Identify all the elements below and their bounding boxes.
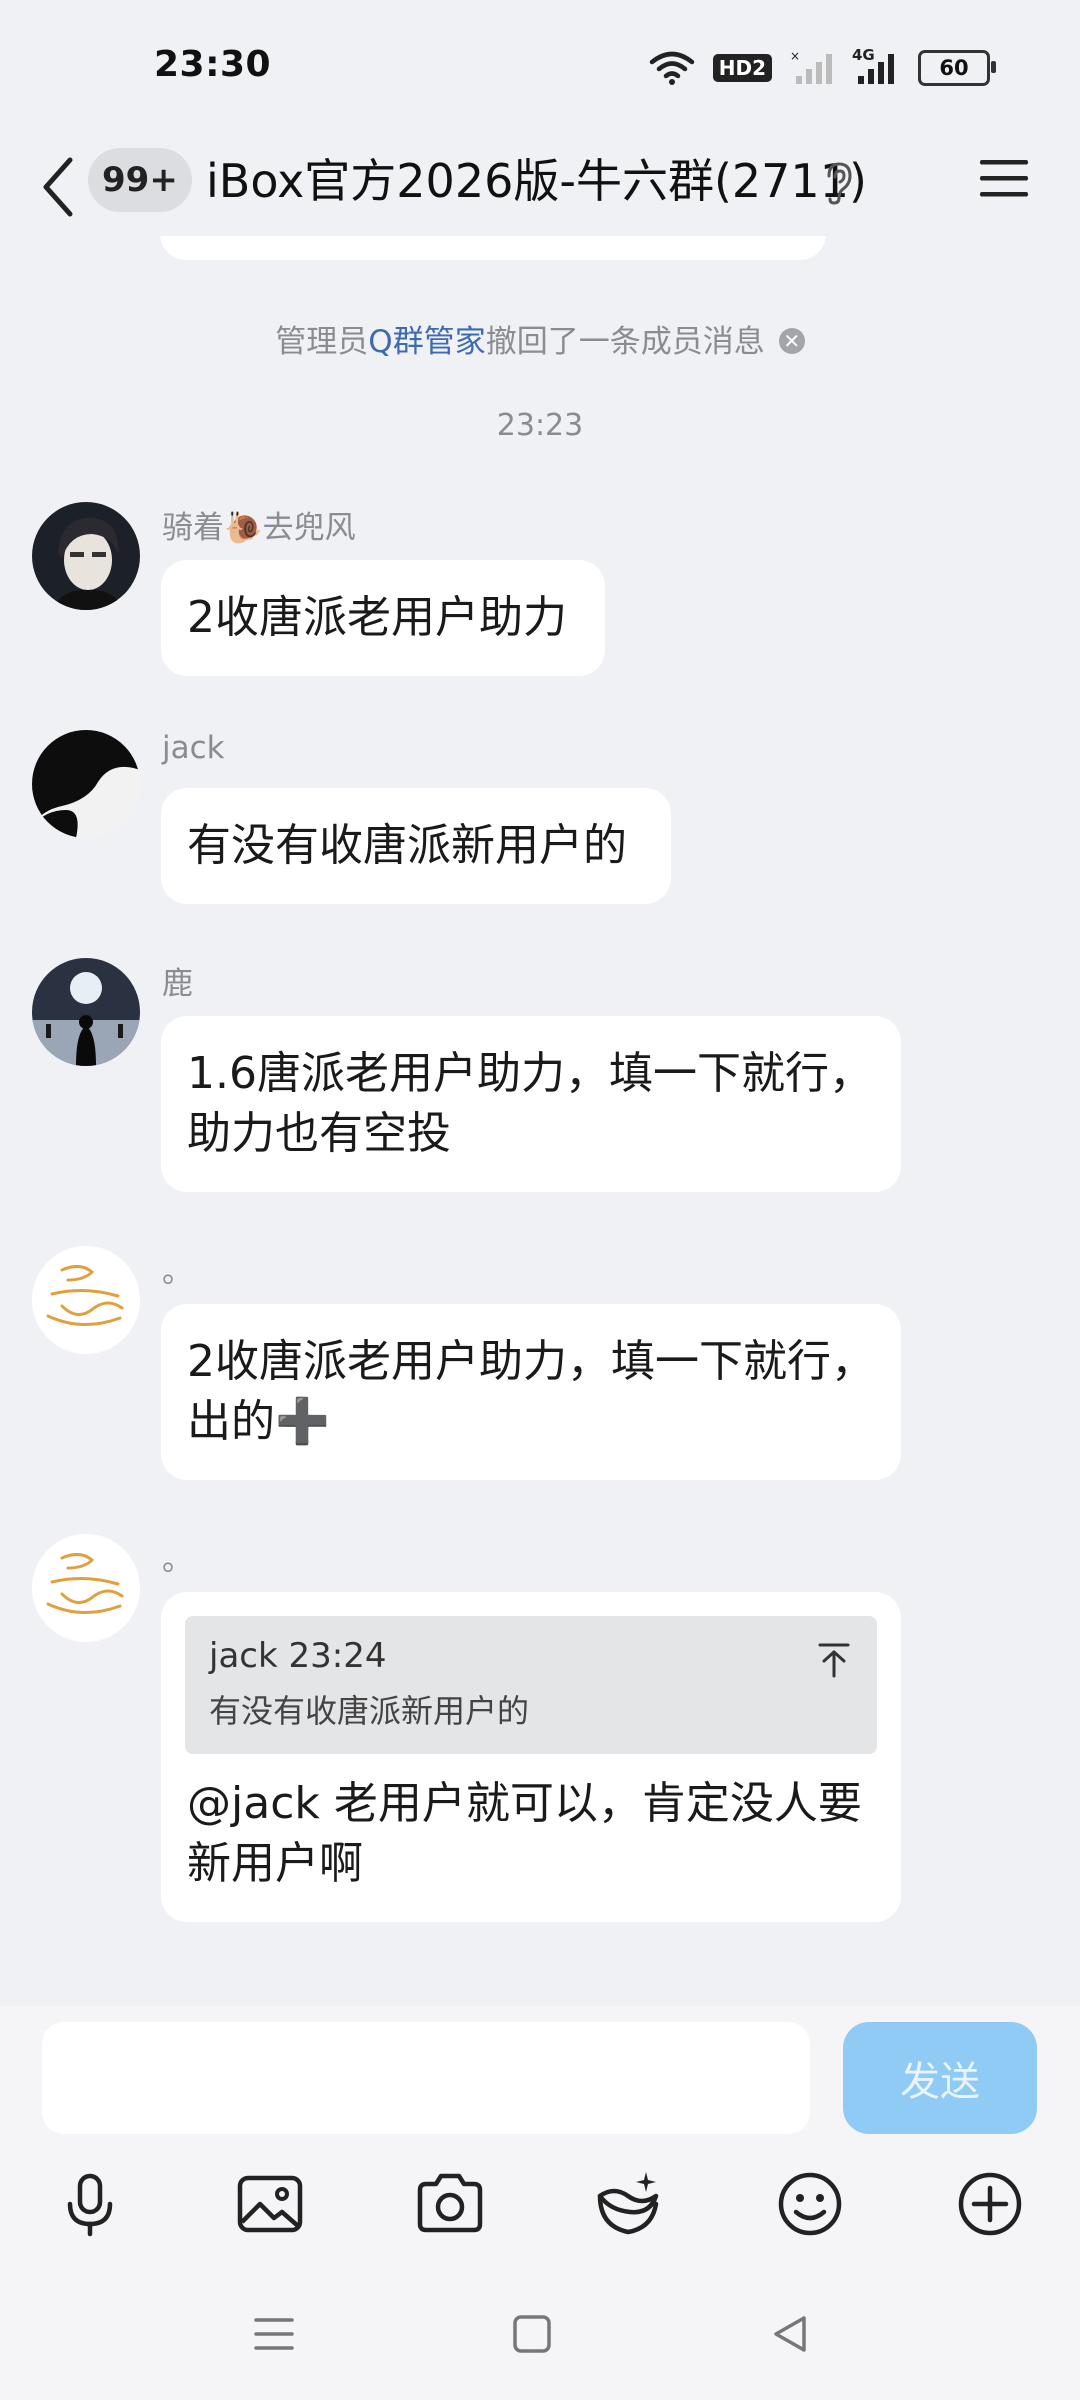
plus-icon[interactable] [952, 2166, 1028, 2242]
quote-text: 有没有收唐派新用户的 [209, 1692, 530, 1730]
avatar[interactable] [32, 958, 140, 1066]
quote-header: jack 23:24 [209, 1636, 387, 1676]
status-icons: HD2 × 4G 60 [649, 46, 996, 90]
previous-message-bubble[interactable] [160, 236, 826, 260]
message-text: 1.6唐派老用户助力，填一下就行，助力也有空投 [187, 1048, 873, 1159]
message-timestamp: 23:23 [496, 408, 584, 443]
avatar[interactable] [32, 502, 140, 610]
admin-link[interactable]: Q群管家 [368, 324, 485, 360]
send-button[interactable]: 发送 [843, 2022, 1037, 2134]
message-text: 2收唐派老用户助力，填一下就行，出的➕ [187, 1336, 875, 1447]
message-list[interactable]: 管理员Q群管家撤回了一条成员消息 ✕ 23:23 骑着🐌去兜风 2收唐派老用户助力 [0, 236, 1080, 2006]
system-navigation-bar [0, 2266, 1080, 2400]
input-toolbar [0, 2166, 1080, 2246]
system-message-suffix: 撤回了一条成员消息 [485, 324, 765, 360]
emoji-icon[interactable] [772, 2166, 848, 2242]
sender-name: 鹿 [162, 966, 193, 1002]
input-panel: 发送 [0, 2006, 1080, 2266]
unread-count-badge[interactable]: 99+ [88, 148, 192, 212]
menu-icon[interactable] [978, 154, 1030, 202]
image-icon[interactable] [232, 2166, 308, 2242]
hd-badge: HD2 [712, 54, 772, 82]
ear-icon[interactable] [822, 160, 856, 206]
status-bar: 23:30 HD2 × 4G 60 [0, 0, 1080, 140]
message-bubble[interactable]: jack 23:24 有没有收唐派新用户的 @jack 老用户就可以，肯定没人要… [161, 1592, 901, 1922]
group-title[interactable]: iBox官方2026版-牛六群(2711) [206, 150, 867, 212]
message-bubble[interactable]: 2收唐派老用户助力，填一下就行，出的➕ [161, 1304, 901, 1480]
sticker-icon[interactable] [590, 2166, 666, 2242]
sender-name: 。 [162, 1254, 193, 1290]
message-text: 2收唐派老用户助力 [187, 592, 567, 643]
signal-empty-icon: × [790, 50, 832, 84]
sender-name: jack [162, 730, 225, 766]
sender-name: 骑着🐌去兜风 [162, 510, 356, 546]
dismiss-icon[interactable]: ✕ [778, 327, 805, 354]
back-nav-icon[interactable] [768, 2312, 812, 2356]
message-bubble[interactable]: 有没有收唐派新用户的 [161, 788, 671, 904]
avatar[interactable] [32, 1534, 140, 1642]
quoted-message[interactable]: jack 23:24 有没有收唐派新用户的 [185, 1616, 877, 1754]
message-bubble[interactable]: 2收唐派老用户助力 [161, 560, 605, 676]
wifi-icon [649, 51, 694, 85]
system-message-prefix: 管理员 [275, 324, 369, 360]
battery-level: 60 [939, 56, 969, 80]
chat-header: 99+ iBox官方2026版-牛六群(2711) [0, 140, 1080, 236]
message-text: 有没有收唐派新用户的 [187, 820, 627, 871]
avatar[interactable] [32, 1246, 140, 1354]
camera-icon[interactable] [412, 2166, 488, 2242]
home-icon[interactable] [510, 2312, 554, 2356]
sender-name: 。 [162, 1542, 193, 1578]
battery-icon: 60 [918, 50, 996, 86]
recent-apps-icon[interactable] [252, 2312, 296, 2356]
back-arrow-icon[interactable] [38, 152, 78, 222]
status-time: 23:30 [154, 44, 272, 85]
avatar[interactable] [32, 730, 140, 838]
svg-text:×: × [790, 50, 800, 63]
jump-to-original-icon[interactable] [817, 1642, 851, 1678]
system-message: 管理员Q群管家撤回了一条成员消息 ✕ [0, 316, 1080, 361]
message-bubble[interactable]: 1.6唐派老用户助力，填一下就行，助力也有空投 [161, 1016, 901, 1192]
message-text: @jack 老用户就可以，肯定没人要新用户啊 [187, 1778, 862, 1889]
microphone-icon[interactable] [52, 2166, 128, 2242]
signal-4g-icon: 4G [852, 46, 900, 86]
message-input[interactable] [42, 2022, 810, 2134]
